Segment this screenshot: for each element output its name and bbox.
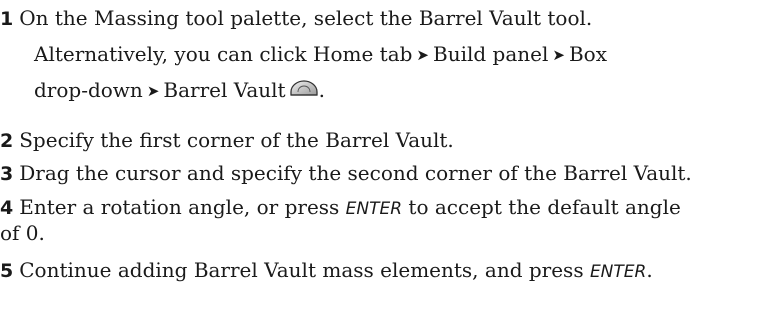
step-number: 2 [0, 130, 14, 152]
step-1-alternative: Alternatively, you can click Home tab ➤ Bu… [34, 42, 607, 68]
step-number: 1 [0, 8, 14, 30]
step-text: Specify the first corner of the Barrel V… [19, 128, 454, 152]
path-separator-icon: ➤ [146, 82, 160, 100]
step-text: On the Massing tool palette, select the … [19, 6, 593, 30]
step-1: 1 On the Massing tool palette, select the… [0, 6, 592, 31]
step-3: 3 Drag the cursor and specify the second … [0, 161, 692, 186]
alternative-prefix: Alternatively, you can click [34, 42, 314, 66]
step-end: . [318, 78, 325, 102]
step-4: 4 Enter a rotation angle, or press ENTER … [0, 195, 681, 221]
path-drop-down: drop-down [34, 78, 143, 102]
path-build-panel: Build panel [433, 42, 549, 66]
path-box: Box [568, 42, 607, 66]
step-5: 5 Continue adding Barrel Vault mass eleme… [0, 258, 653, 284]
path-separator-icon: ➤ [552, 46, 565, 64]
step-2: 2 Specify the first corner of the Barrel … [0, 128, 454, 153]
step-number: 4 [0, 197, 14, 219]
step-text-b: . [646, 258, 653, 282]
step-number: 3 [0, 163, 14, 185]
path-home-tab: Home tab [313, 42, 413, 66]
enter-key-label: ENTER [345, 199, 403, 219]
step-4-cont: of 0. [0, 221, 45, 245]
barrel-vault-icon [289, 79, 319, 104]
step-text-b: to accept the default angle [402, 195, 681, 219]
instructions-document: 1 On the Massing tool palette, select the… [0, 0, 757, 318]
step-number: 5 [0, 260, 14, 282]
step-1-alternative-cont: drop-down ➤ Barrel Vault . [34, 78, 325, 104]
step-text-a: Continue adding Barrel Vault mass elemen… [19, 258, 590, 282]
step-text-c: of 0. [0, 221, 45, 245]
step-text-a: Enter a rotation angle, or press [19, 195, 346, 219]
path-separator-icon: ➤ [416, 46, 429, 64]
enter-key-label: ENTER [589, 262, 647, 282]
path-barrel-vault: Barrel Vault [163, 78, 286, 102]
step-text: Drag the cursor and specify the second c… [19, 161, 692, 185]
